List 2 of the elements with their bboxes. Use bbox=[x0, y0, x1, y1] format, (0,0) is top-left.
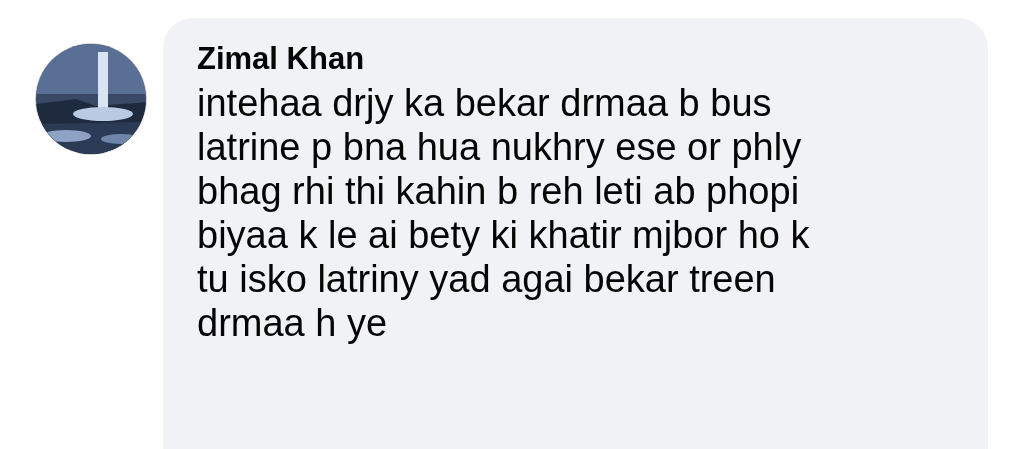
author-name[interactable]: Zimal Khan bbox=[197, 40, 928, 78]
comment-text: intehaa drjy ka bekar drmaa b bus latrine p bna hua nukhry ese or phly bhag rhi thi kahin b reh leti ab phopi biyaa k le ai bety ki khatir mjbor ho k tu isko latriny yad agai bekar treen drmaa h ye bbox=[197, 81, 811, 346]
